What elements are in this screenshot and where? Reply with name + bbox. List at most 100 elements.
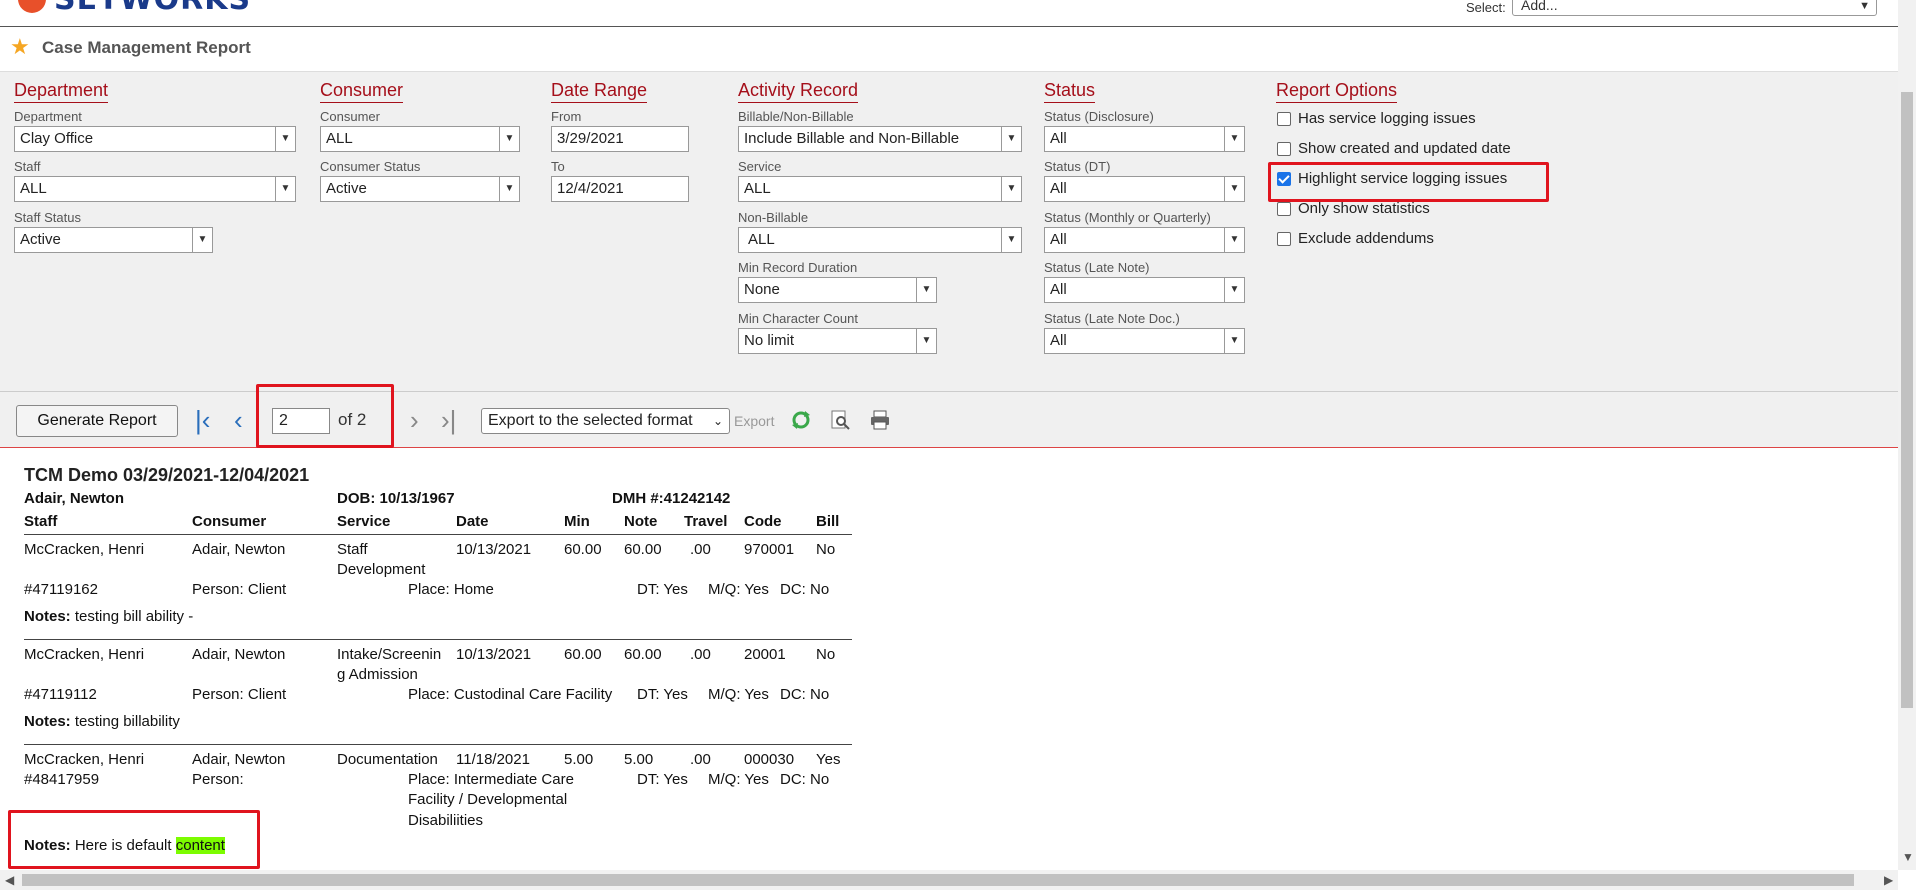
checkbox[interactable]	[1277, 111, 1291, 126]
scroll-right-icon[interactable]: ▶	[1884, 873, 1893, 887]
department-value: Clay Office	[20, 130, 94, 147]
refresh-icon[interactable]	[790, 409, 812, 431]
record-consumer: Adair, Newton	[192, 541, 286, 558]
min-duration-select[interactable]: None ▼	[738, 277, 937, 303]
billable-value: Include Billable and Non-Billable	[744, 130, 960, 147]
record-dc: DC: No	[780, 581, 830, 598]
report-options-group-title: Report Options	[1276, 80, 1398, 103]
vertical-scroll-thumb[interactable]	[1901, 92, 1913, 708]
chevron-down-icon: ▼	[499, 127, 519, 151]
export-format-value: Export to the selected format	[488, 412, 693, 429]
record-travel: .00	[690, 646, 711, 663]
non-billable-value: ALL	[748, 231, 775, 248]
record-service-cont: Development	[337, 561, 426, 578]
record-place: Place: Intermediate Care	[408, 771, 574, 788]
department-label: Department	[14, 109, 82, 124]
service-select[interactable]: ALL ▼	[738, 176, 1022, 202]
export-format-select[interactable]: Export to the selected format ⌄	[481, 408, 730, 434]
record-dt: DT: Yes	[637, 581, 688, 598]
next-page-icon[interactable]: ›	[410, 407, 419, 433]
horizontal-scroll-thumb[interactable]	[22, 874, 1854, 886]
non-billable-select[interactable]: ALL ▼	[738, 227, 1022, 253]
consumer-label: Consumer	[320, 109, 380, 124]
from-date-input[interactable]: 3/29/2021	[551, 126, 689, 152]
status-dt-label: Status (DT)	[1044, 159, 1111, 174]
record-note: 5.00	[624, 751, 654, 768]
header-divider	[24, 534, 852, 535]
logo-text: SETWORKS	[54, 0, 251, 17]
chevron-down-icon: ⌄	[712, 414, 723, 428]
logo: SETWORKS	[18, 0, 251, 17]
notes-annotation-box	[8, 810, 260, 869]
first-page-icon[interactable]: |‹	[195, 407, 210, 433]
billable-select[interactable]: Include Billable and Non-Billable ▼	[738, 126, 1022, 152]
record-id: #47119112	[24, 686, 97, 703]
report-title: TCM Demo 03/29/2021-12/04/2021	[24, 465, 310, 485]
chevron-down-icon: ▼	[275, 177, 295, 201]
chevron-down-icon: ▼	[275, 127, 295, 151]
to-date-input[interactable]: 12/4/2021	[551, 176, 689, 202]
highlight-annotation-box	[1268, 162, 1549, 202]
chevron-down-icon: ▼	[1224, 329, 1244, 353]
chevron-down-icon: ▼	[916, 329, 936, 353]
record-mq: M/Q: Yes	[708, 581, 769, 598]
scroll-down-icon[interactable]: ▼	[1902, 850, 1914, 864]
page-annotation-box	[256, 384, 394, 448]
staff-label: Staff	[14, 159, 41, 174]
non-billable-label: Non-Billable	[738, 210, 809, 225]
option-has-logging-issues[interactable]: Has service logging issues	[1277, 110, 1476, 127]
consumer-status-select[interactable]: Active ▼	[320, 176, 520, 202]
scroll-left-icon[interactable]: ◀	[5, 873, 14, 887]
horizontal-scrollbar[interactable]: ◀ ▶	[0, 870, 1898, 890]
staff-select[interactable]: ALL ▼	[14, 176, 296, 202]
status-mq-select[interactable]: All ▼	[1044, 227, 1245, 253]
chevron-down-icon: ▼	[916, 278, 936, 302]
chevron-down-icon: ▼	[1859, 0, 1870, 12]
previous-page-icon[interactable]: ‹	[234, 407, 243, 433]
status-late-note-select[interactable]: All ▼	[1044, 277, 1245, 303]
add-select[interactable]: Add... ▼	[1512, 0, 1877, 16]
export-link[interactable]: Export	[734, 413, 774, 429]
status-dt-select[interactable]: All ▼	[1044, 176, 1245, 202]
notes-text: testing billability	[70, 713, 180, 730]
option-label: Only show statistics	[1298, 200, 1430, 217]
consumer-status-value: Active	[326, 180, 367, 197]
generate-report-button[interactable]: Generate Report	[16, 405, 178, 437]
record-mq: M/Q: Yes	[708, 686, 769, 703]
to-label: To	[551, 159, 565, 174]
client-dmh: DMH #:41242142	[612, 490, 731, 507]
status-late-note-doc-select[interactable]: All ▼	[1044, 328, 1245, 354]
staff-status-select[interactable]: Active ▼	[14, 227, 213, 253]
min-char-count-select[interactable]: No limit ▼	[738, 328, 937, 354]
record-service-cont: g Admission	[337, 666, 418, 683]
star-icon[interactable]: ★	[10, 34, 30, 60]
checkbox[interactable]	[1277, 141, 1291, 156]
status-disclosure-select[interactable]: All ▼	[1044, 126, 1245, 152]
vertical-scrollbar[interactable]: ▼	[1898, 0, 1916, 870]
print-icon[interactable]	[869, 409, 891, 431]
col-header-min: Min	[564, 513, 590, 530]
logo-icon	[18, 0, 46, 13]
col-header-bill: Bill	[816, 513, 840, 530]
option-only-statistics[interactable]: Only show statistics	[1277, 200, 1430, 217]
record-consumer: Adair, Newton	[192, 646, 286, 663]
notes-label: Notes:	[24, 713, 71, 730]
status-disclosure-label: Status (Disclosure)	[1044, 109, 1154, 124]
checkbox[interactable]	[1277, 201, 1291, 216]
option-show-created-updated[interactable]: Show created and updated date	[1277, 140, 1511, 157]
last-page-icon[interactable]: ›|	[441, 407, 456, 433]
record-notes: Notes: testing billability	[24, 713, 180, 730]
find-icon[interactable]	[829, 409, 851, 431]
min-char-count-value: No limit	[744, 332, 795, 349]
report-toolbar: Generate Report |‹ ‹ 2 of 2 › ›| Export …	[0, 384, 1898, 448]
client-dob: DOB: 10/13/1967	[337, 490, 455, 507]
consumer-select[interactable]: ALL ▼	[320, 126, 520, 152]
date-range-group-title: Date Range	[551, 80, 648, 103]
option-exclude-addendums[interactable]: Exclude addendums	[1277, 230, 1434, 247]
checkbox[interactable]	[1277, 231, 1291, 246]
record-mq: M/Q: Yes	[708, 771, 769, 788]
record-bill: Yes	[816, 751, 841, 768]
staff-value: ALL	[20, 180, 47, 197]
department-select[interactable]: Clay Office ▼	[14, 126, 296, 152]
col-header-travel: Travel	[684, 513, 728, 530]
